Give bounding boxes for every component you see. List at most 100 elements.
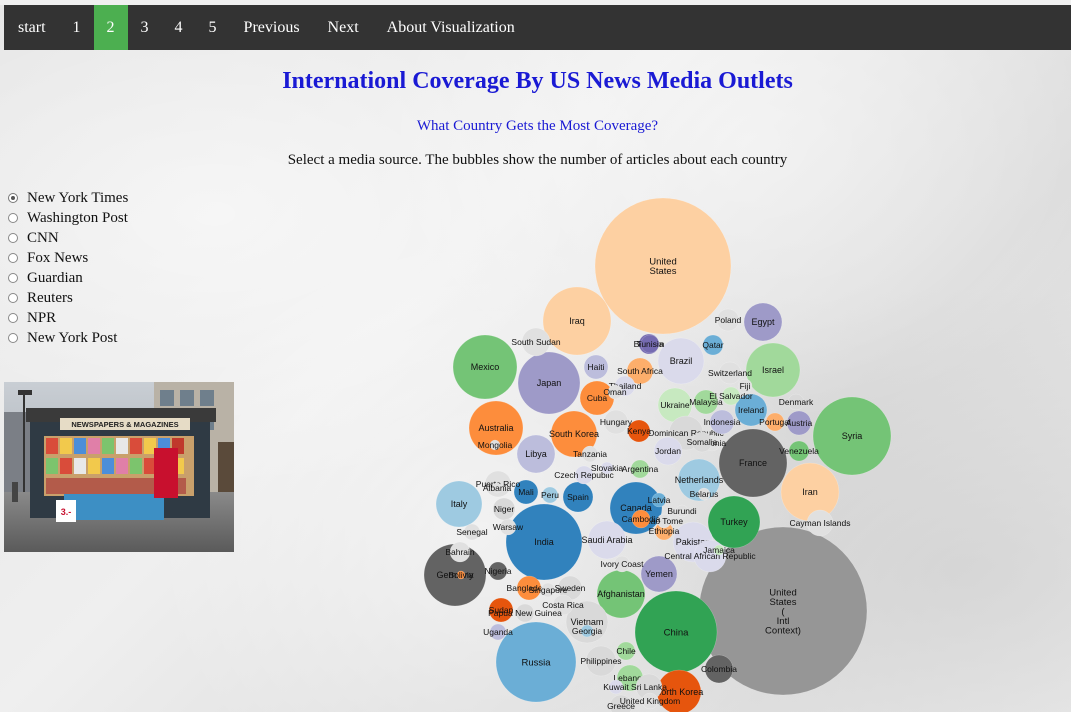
country-bubble[interactable]: Russia xyxy=(495,621,577,703)
bubble-circle[interactable] xyxy=(609,694,633,712)
country-bubble[interactable]: Niger xyxy=(492,497,516,521)
bubble-circle[interactable] xyxy=(765,412,785,432)
bubble-circle[interactable] xyxy=(651,492,667,508)
country-bubble[interactable]: France xyxy=(718,428,788,498)
bubble-circle[interactable] xyxy=(594,197,732,335)
bubble-circle[interactable] xyxy=(608,679,624,695)
bubble-circle[interactable] xyxy=(787,393,805,411)
country-bubble[interactable]: Kenya xyxy=(627,419,651,443)
country-bubble[interactable]: Fiji xyxy=(737,378,753,394)
bubble-circle[interactable] xyxy=(495,621,577,703)
source-option-new-york-post[interactable]: New York Post xyxy=(8,328,128,348)
country-bubble[interactable]: Poland xyxy=(715,308,742,332)
country-bubble[interactable]: Japan xyxy=(517,351,581,415)
bubble-circle[interactable] xyxy=(587,520,627,560)
country-bubble[interactable]: Haiti xyxy=(583,354,609,380)
bubble-circle[interactable] xyxy=(721,386,741,406)
nav-page-3[interactable]: 3 xyxy=(128,5,162,50)
bubble-circle[interactable] xyxy=(488,561,508,581)
bubble-circle[interactable] xyxy=(716,308,740,332)
bubble-circle[interactable] xyxy=(780,462,840,522)
country-bubble[interactable]: Libya xyxy=(516,434,556,474)
country-bubble[interactable]: Malaysia xyxy=(689,389,723,415)
bubble-circle[interactable] xyxy=(693,539,727,573)
bubble-circle[interactable] xyxy=(786,410,812,436)
bubble-circle[interactable] xyxy=(489,439,501,451)
bubble-circle[interactable] xyxy=(574,465,594,485)
bubble-circle[interactable] xyxy=(515,603,535,623)
source-option-washington-post[interactable]: Washington Post xyxy=(8,208,128,228)
bubble-circle[interactable] xyxy=(517,351,581,415)
country-bubble[interactable]: Burundi xyxy=(667,504,697,518)
bubble-circle[interactable] xyxy=(630,459,650,479)
bubble-circle[interactable] xyxy=(640,334,660,354)
country-bubble[interactable]: Austria xyxy=(786,410,813,436)
country-bubble[interactable]: Slovakia xyxy=(591,461,623,475)
bubble-circle[interactable] xyxy=(607,384,623,400)
bubble-circle[interactable] xyxy=(641,692,659,710)
country-bubble[interactable]: Cuba xyxy=(579,380,615,416)
country-bubble[interactable]: Egypt xyxy=(743,302,783,342)
country-bubble[interactable]: Spain xyxy=(562,481,594,513)
bubble-circle[interactable] xyxy=(492,497,516,521)
nav-page-4[interactable]: 4 xyxy=(162,5,196,50)
bubble-circle[interactable] xyxy=(657,337,705,385)
country-bubble[interactable]: Brazil xyxy=(657,337,705,385)
bubble-circle[interactable] xyxy=(640,555,678,593)
bubble-circle[interactable] xyxy=(693,389,719,415)
nav-next[interactable]: Next xyxy=(314,5,373,50)
country-bubble[interactable]: Mexico xyxy=(452,334,518,400)
nav-page-5[interactable]: 5 xyxy=(196,5,230,50)
country-bubble[interactable]: Iran xyxy=(780,462,840,522)
country-bubble[interactable]: Nigeria xyxy=(485,561,512,581)
bubble-circle[interactable] xyxy=(516,434,556,474)
nav-about[interactable]: About Visualization xyxy=(373,5,529,50)
bubble-circle[interactable] xyxy=(718,361,742,385)
bubble-circle[interactable] xyxy=(541,486,559,504)
bubble-circle[interactable] xyxy=(718,428,788,498)
country-bubble[interactable]: North Korea xyxy=(655,669,704,712)
nav-page-2[interactable]: 2 xyxy=(93,5,128,50)
bubble-circle[interactable] xyxy=(499,518,517,536)
radio-button[interactable] xyxy=(8,293,18,303)
bubble-circle[interactable] xyxy=(788,440,810,462)
radio-button[interactable] xyxy=(8,273,18,283)
bubble-circle[interactable] xyxy=(743,302,783,342)
country-bubble[interactable]: Italy xyxy=(435,480,483,528)
source-option-reuters[interactable]: Reuters xyxy=(8,288,128,308)
radio-button[interactable] xyxy=(8,333,18,343)
bubble-circle[interactable] xyxy=(675,504,689,518)
country-bubble[interactable]: Qatar xyxy=(702,334,724,356)
bubble-circle[interactable] xyxy=(603,409,629,435)
bubble-circle[interactable] xyxy=(707,495,761,549)
bubble-circle[interactable] xyxy=(435,480,483,528)
source-option-cnn[interactable]: CNN xyxy=(8,228,128,248)
country-bubble[interactable]: Chile xyxy=(616,641,636,661)
bubble-circle[interactable] xyxy=(452,334,518,400)
bubble-circle[interactable] xyxy=(449,541,471,563)
bubble-circle[interactable] xyxy=(579,380,615,416)
bubble-circle[interactable] xyxy=(616,641,636,661)
bubble-circle[interactable] xyxy=(691,431,713,453)
bubble-circle[interactable] xyxy=(702,334,724,356)
country-bubble[interactable]: China xyxy=(634,590,718,674)
country-bubble[interactable]: India xyxy=(505,503,583,581)
radio-button[interactable] xyxy=(8,313,18,323)
nav-start[interactable]: start xyxy=(4,5,60,50)
country-bubble[interactable]: Israel xyxy=(745,342,801,398)
bubble-circle[interactable] xyxy=(540,582,556,598)
source-option-npr[interactable]: NPR xyxy=(8,308,128,328)
bubble-circle[interactable] xyxy=(585,645,617,677)
bubble-circle[interactable] xyxy=(709,409,735,435)
bubble-circle[interactable] xyxy=(505,503,583,581)
bubble-circle[interactable] xyxy=(491,482,503,494)
source-option-new-york-times[interactable]: New York Times xyxy=(8,188,128,208)
bubble-circle[interactable] xyxy=(542,286,612,356)
bubble-circle[interactable] xyxy=(521,327,551,357)
country-bubble[interactable]: Argentina xyxy=(622,459,659,479)
bubble-circle[interactable] xyxy=(513,479,539,505)
bubble-circle[interactable] xyxy=(806,509,834,537)
source-option-fox-news[interactable]: Fox News xyxy=(8,248,128,268)
bubble-circle[interactable] xyxy=(489,623,507,641)
country-bubble[interactable]: Yemen xyxy=(640,555,678,593)
